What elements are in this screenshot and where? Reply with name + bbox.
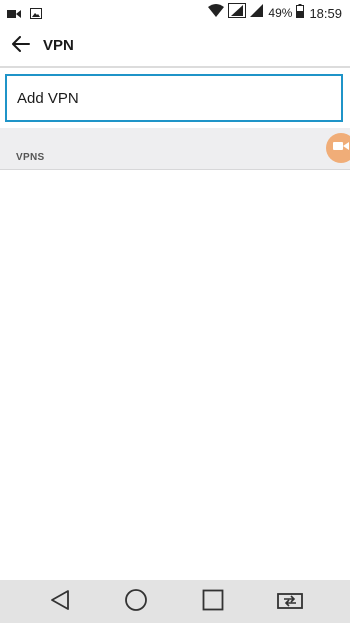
signal-icon xyxy=(250,4,264,22)
back-icon xyxy=(49,588,71,617)
section-label: VPNS xyxy=(16,152,45,163)
add-vpn-label: Add VPN xyxy=(17,90,79,107)
floating-record-button[interactable] xyxy=(326,133,350,163)
wifi-icon xyxy=(208,4,225,22)
recents-icon xyxy=(202,589,224,616)
image-icon xyxy=(30,6,42,24)
video-camera-icon xyxy=(333,139,349,157)
arrow-left-icon xyxy=(12,35,30,57)
battery-percent: 49% xyxy=(268,6,293,20)
signal-icon xyxy=(228,3,247,23)
navigation-bar xyxy=(0,580,350,623)
video-camera-icon xyxy=(7,6,21,24)
battery-icon xyxy=(296,3,305,23)
vpns-section-header: VPNS xyxy=(0,128,350,170)
status-bar: 49% 18:59 xyxy=(0,0,350,26)
home-icon xyxy=(124,588,148,617)
nav-recents-button[interactable] xyxy=(199,588,227,616)
switch-apps-icon xyxy=(277,589,303,616)
clock: 18:59 xyxy=(309,5,342,21)
back-button[interactable] xyxy=(9,34,33,58)
nav-back-button[interactable] xyxy=(46,588,74,616)
status-right: 49% 18:59 xyxy=(204,3,342,23)
app-header: VPN xyxy=(0,26,350,66)
page-title: VPN xyxy=(43,37,74,54)
status-left xyxy=(7,6,42,24)
nav-switch-apps-button[interactable] xyxy=(276,588,304,616)
nav-home-button[interactable] xyxy=(122,588,150,616)
add-vpn-button[interactable]: Add VPN xyxy=(5,74,343,122)
header-divider xyxy=(0,66,350,68)
